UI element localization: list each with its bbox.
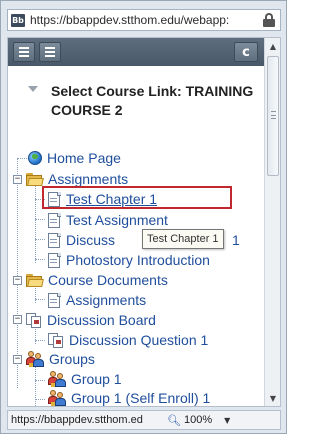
tree-item-label[interactable]: Discussion Question 1 <box>69 332 208 348</box>
tree-item-label[interactable]: Groups <box>49 351 95 367</box>
tree-item-label[interactable]: Group 1 (Self Enroll) 1 <box>71 390 210 406</box>
tooltip: Test Chapter 1 <box>142 229 224 249</box>
tree-connector <box>35 181 36 263</box>
blackboard-favicon: Bb <box>11 13 25 27</box>
collapse-toggle-icon[interactable]: − <box>13 315 22 324</box>
scrollbar-thumb[interactable] <box>267 56 279 176</box>
tree-connector <box>17 158 27 159</box>
tree-item-discussion-question-1[interactable]: Discussion Question 1 <box>48 330 208 350</box>
document-icon <box>48 252 61 268</box>
tree-item-label-tail[interactable]: 1 <box>232 232 240 248</box>
tree-item-label[interactable]: Home Page <box>47 150 121 166</box>
tree-item-discussion[interactable]: Discuss <box>48 230 115 250</box>
scrollbar-grip-icon <box>271 111 276 119</box>
document-icon <box>48 212 61 228</box>
tree-item-label[interactable]: Course Documents <box>48 272 168 288</box>
vertical-scrollbar[interactable]: ▲ ▼ <box>264 38 280 406</box>
group-icon <box>48 371 66 387</box>
tree-connector <box>35 380 45 381</box>
collapse-toggle-icon[interactable]: − <box>13 355 22 364</box>
tree-item-home-page[interactable]: Home Page <box>28 148 121 168</box>
folder-icon <box>26 273 44 287</box>
course-tree: − − − − Home Page Assignments Test Chapt… <box>8 38 264 406</box>
discussion-forum-icon <box>48 332 64 348</box>
globe-icon <box>28 151 42 165</box>
collapse-toggle-icon[interactable]: − <box>13 276 22 285</box>
tree-connector <box>35 299 45 300</box>
tree-item-groups[interactable]: Groups <box>26 349 95 369</box>
scroll-down-arrow-icon[interactable]: ▼ <box>265 390 280 406</box>
discussion-board-icon <box>26 312 42 328</box>
lock-icon[interactable] <box>260 12 278 28</box>
tree-connector <box>35 219 45 220</box>
highlight-box <box>42 186 232 209</box>
tree-connector <box>35 340 45 341</box>
tree-item-label[interactable]: Test Assignment <box>66 212 168 228</box>
zoom-dropdown-arrow-icon[interactable]: ▼ <box>224 416 230 425</box>
browser-popup-window: Bb https://bbappdev.stthom.edu/webapp: c… <box>0 0 287 434</box>
tree-item-group-1[interactable]: Group 1 <box>48 369 122 389</box>
document-icon <box>48 292 61 308</box>
tree-item-photostory[interactable]: Photostory Introduction <box>48 250 210 270</box>
tree-item-label[interactable]: Discussion Board <box>47 312 156 328</box>
tree-item-group-1-self-enroll[interactable]: Group 1 (Self Enroll) 1 <box>48 388 210 406</box>
tree-connector <box>35 239 45 240</box>
document-icon <box>48 232 61 248</box>
tree-item-discussion-tail[interactable]: 1 <box>232 230 240 250</box>
status-url: https://bbappdev.stthom.ed <box>11 414 143 426</box>
group-icon <box>48 390 66 406</box>
folder-icon <box>26 172 44 186</box>
tree-item-label[interactable]: Assignments <box>48 171 128 187</box>
tree-item-label[interactable]: Photostory Introduction <box>66 252 210 268</box>
tree-item-course-documents[interactable]: Course Documents <box>26 270 168 290</box>
tree-connector <box>35 399 45 400</box>
collapse-toggle-icon[interactable]: − <box>13 175 22 184</box>
tree-item-course-doc-assignments[interactable]: Assignments <box>48 290 146 310</box>
groups-icon <box>26 351 44 367</box>
zoom-level[interactable]: 100% <box>184 414 212 426</box>
status-bar: https://bbappdev.stthom.ed 🔍︎ 100% ▼ <box>7 410 281 430</box>
tree-item-test-assignment[interactable]: Test Assignment <box>48 210 168 230</box>
zoom-icon[interactable]: 🔍︎ <box>167 414 181 427</box>
tree-item-discussion-board[interactable]: Discussion Board <box>26 310 156 330</box>
scroll-up-arrow-icon[interactable]: ▲ <box>265 38 280 54</box>
tree-item-label[interactable]: Assignments <box>66 292 146 308</box>
address-bar[interactable]: Bb https://bbappdev.stthom.edu/webapp: <box>7 9 281 31</box>
address-url[interactable]: https://bbappdev.stthom.edu/webapp: <box>30 13 260 27</box>
tree-item-label[interactable]: Discuss <box>66 232 115 248</box>
page-viewport: c ▲ ▼ Select Course Link: TRAINING COURS… <box>7 37 281 407</box>
tree-connector <box>35 259 45 260</box>
tree-item-label[interactable]: Group 1 <box>71 371 122 387</box>
